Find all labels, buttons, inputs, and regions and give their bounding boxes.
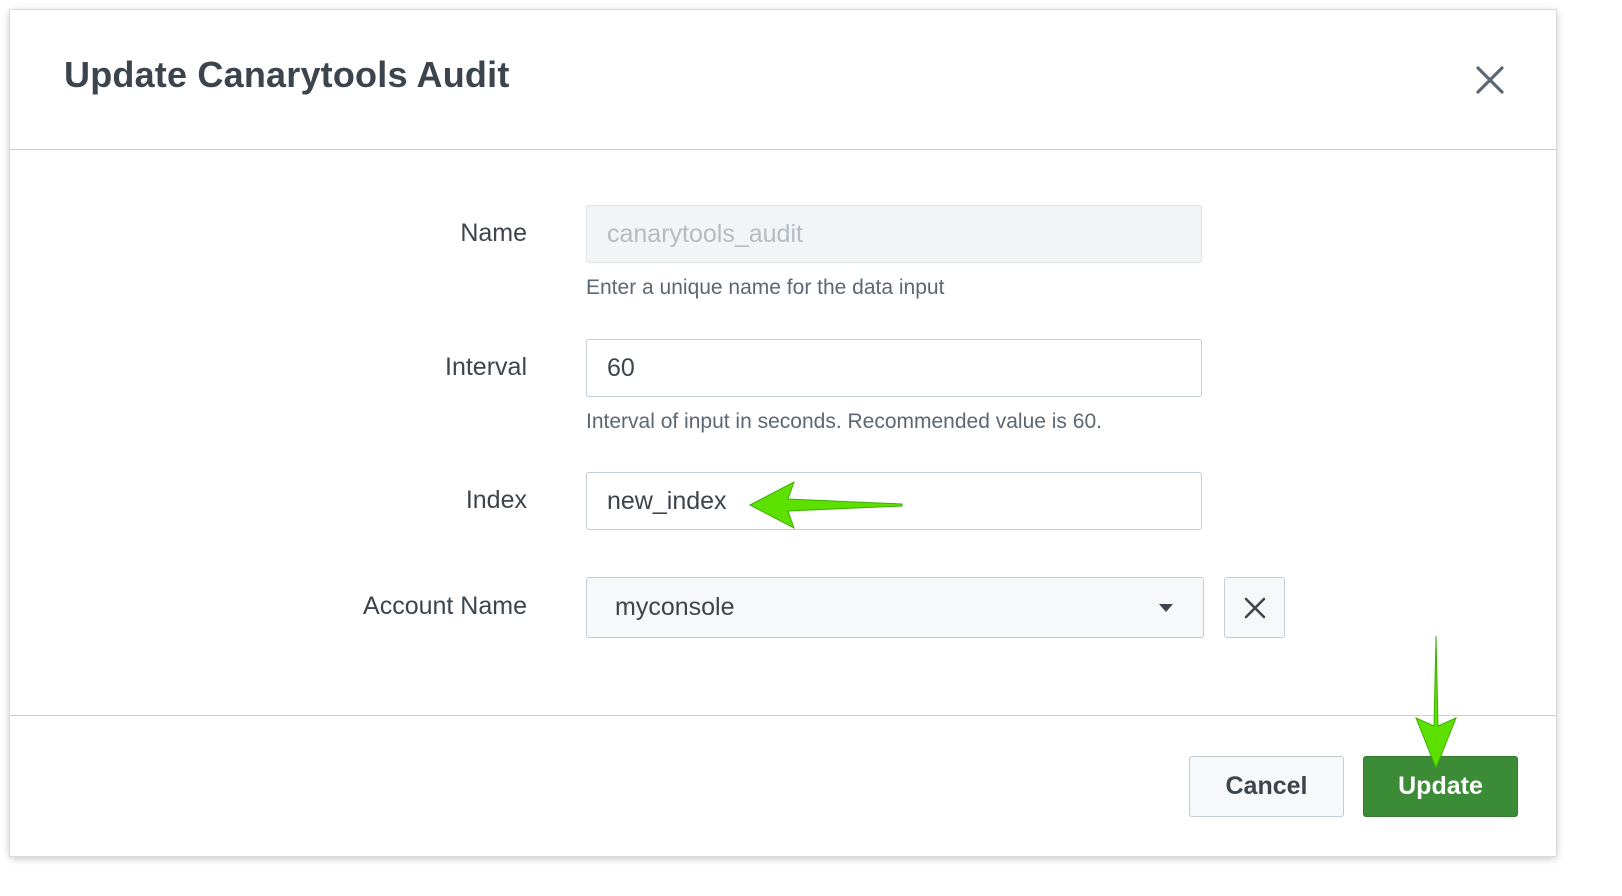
close-icon — [1244, 597, 1266, 619]
close-icon[interactable] — [1470, 60, 1510, 100]
interval-help-text: Interval of input in seconds. Recommende… — [586, 410, 1102, 433]
name-field — [586, 205, 1202, 263]
cancel-button[interactable]: Cancel — [1189, 756, 1344, 817]
index-field[interactable] — [586, 472, 1202, 530]
interval-label: Interval — [445, 353, 527, 381]
dialog-footer: Cancel Update — [10, 715, 1556, 857]
dialog-header: Update Canarytools Audit — [10, 10, 1556, 150]
dialog-title: Update Canarytools Audit — [64, 54, 510, 95]
account-name-label: Account Name — [363, 592, 527, 620]
update-button[interactable]: Update — [1363, 756, 1518, 817]
dialog-body: Name Enter a unique name for the data in… — [10, 150, 1556, 716]
index-label: Index — [465, 486, 527, 514]
chevron-down-icon — [1159, 604, 1173, 612]
interval-field[interactable] — [586, 339, 1202, 397]
name-label: Name — [460, 219, 527, 247]
account-name-selected-value: myconsole — [615, 593, 735, 621]
account-name-select[interactable]: myconsole — [586, 577, 1204, 638]
name-help-text: Enter a unique name for the data input — [586, 276, 945, 299]
clear-account-button[interactable] — [1224, 577, 1285, 638]
update-input-dialog: Update Canarytools Audit Name Enter a un… — [10, 10, 1556, 856]
